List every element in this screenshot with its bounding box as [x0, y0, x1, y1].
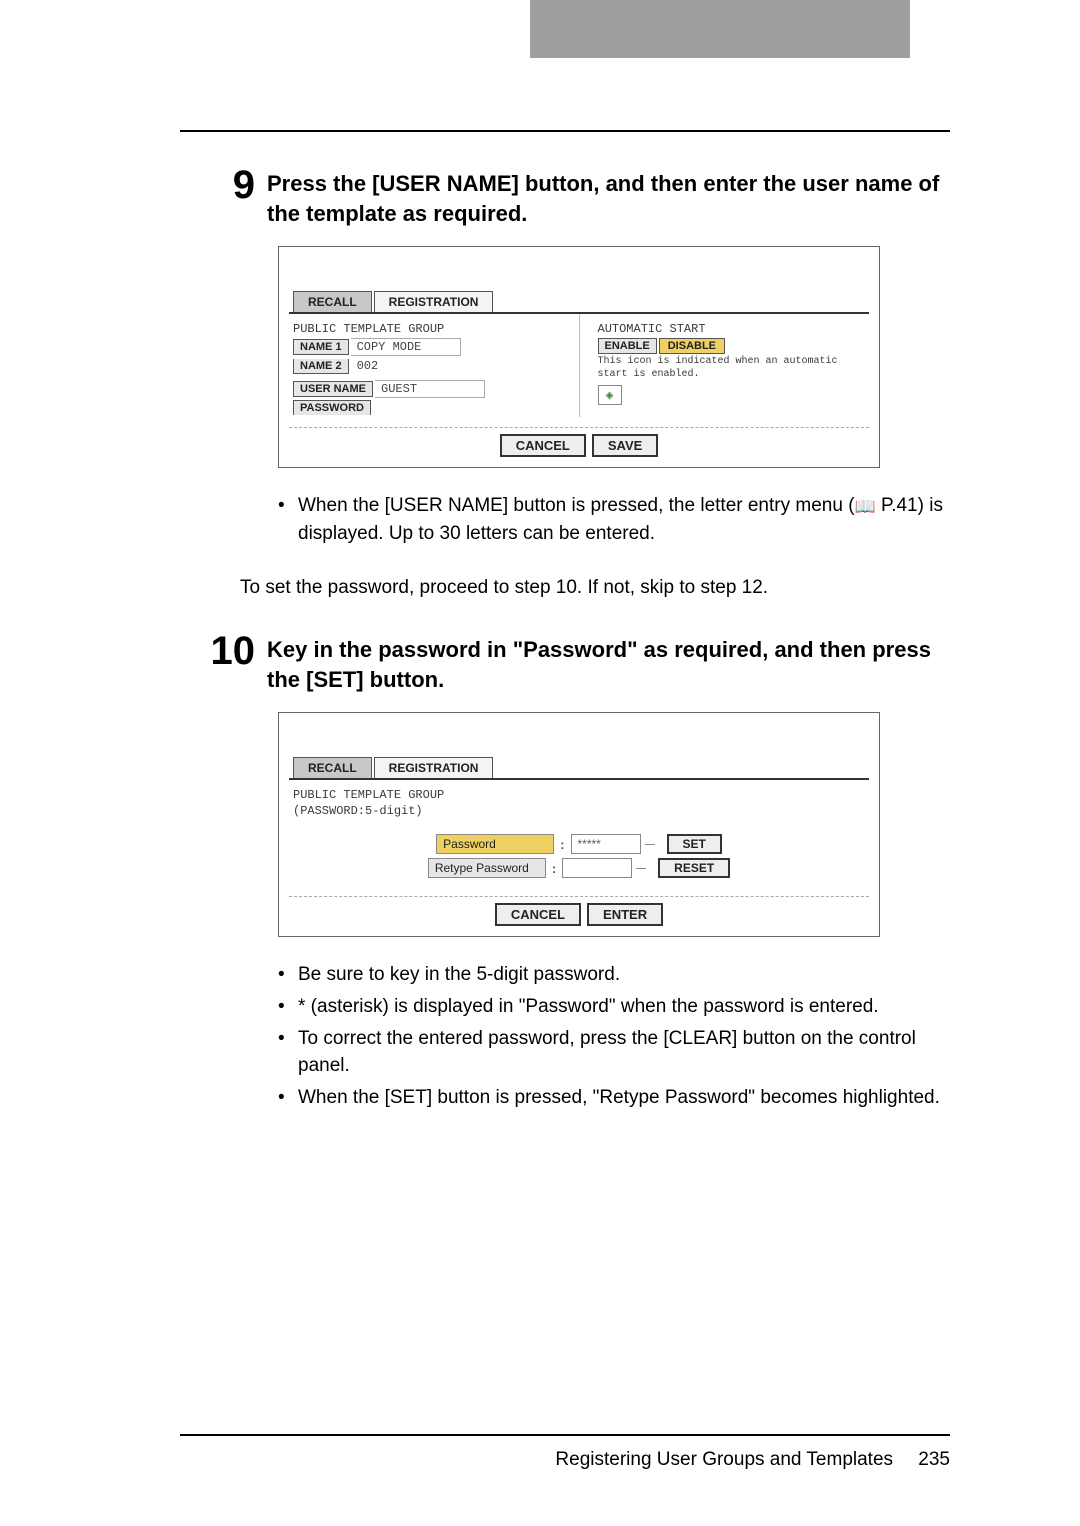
step-10-text: Key in the password in "Password" as req… — [267, 631, 950, 694]
auto-start-hint-2: start is enabled. — [598, 369, 866, 380]
note-clear: To correct the entered password, press t… — [298, 1025, 950, 1080]
name1-value: COPY MODE — [351, 338, 461, 356]
screenshot-registration-username: RECALL REGISTRATION PUBLIC TEMPLATE GROU… — [278, 246, 880, 468]
step-9-followup: To set the password, proceed to step 10.… — [240, 574, 950, 602]
cancel-button[interactable]: CANCEL — [500, 434, 586, 457]
enable-button[interactable]: ENABLE — [598, 338, 657, 354]
name2-value: 002 — [351, 358, 461, 374]
rule-bottom — [180, 1434, 950, 1436]
user-name-button[interactable]: USER NAME — [293, 381, 373, 397]
tab-registration-2[interactable]: REGISTRATION — [374, 757, 494, 778]
bullet-icon: • — [278, 492, 298, 547]
screenshot-registration-password: RECALL REGISTRATION PUBLIC TEMPLATE GROU… — [278, 712, 880, 937]
reset-button[interactable]: RESET — [658, 858, 730, 878]
rule-top — [180, 130, 950, 132]
group-label: PUBLIC TEMPLATE GROUP — [293, 322, 561, 336]
name2-button[interactable]: NAME 2 — [293, 359, 349, 374]
dialog-footer-2: CANCEL ENTER — [289, 896, 869, 936]
footer-title: Registering User Groups and Templates — [555, 1449, 893, 1470]
auto-start-hint-1: This icon is indicated when an automatic — [598, 356, 866, 367]
step-9: 9 Press the [USER NAME] button, and then… — [200, 165, 950, 228]
book-icon: 📖 — [855, 495, 876, 520]
bullet-icon: • — [278, 993, 298, 1021]
disable-button[interactable]: DISABLE — [659, 338, 725, 354]
dialog-footer: CANCEL SAVE — [289, 427, 869, 467]
tab-strip: RECALL REGISTRATION — [279, 291, 879, 312]
password-value[interactable]: ***** — [571, 834, 641, 854]
set-button[interactable]: SET — [667, 834, 722, 854]
step-10-notes: • Be sure to key in the 5-digit password… — [278, 961, 950, 1111]
note-retype-highlight: When the [SET] button is pressed, "Retyp… — [298, 1084, 950, 1112]
page-header-tab — [530, 0, 910, 58]
retype-password-value[interactable] — [562, 858, 632, 878]
tab-strip-2: RECALL REGISTRATION — [279, 757, 879, 778]
save-button[interactable]: SAVE — [592, 434, 658, 457]
note-user-name-part1: When the [USER NAME] button is pressed, … — [298, 495, 855, 516]
group-label-2b: (PASSWORD:5-digit) — [293, 804, 865, 818]
colon-icon: : — [558, 837, 566, 852]
retype-password-label: Retype Password — [428, 858, 546, 878]
tab-recall[interactable]: RECALL — [293, 291, 372, 312]
tab-recall-2[interactable]: RECALL — [293, 757, 372, 778]
password-button[interactable]: PASSWORD — [293, 400, 371, 415]
tab-registration[interactable]: REGISTRATION — [374, 291, 494, 312]
colon-icon-2: : — [550, 861, 558, 876]
enter-button[interactable]: ENTER — [587, 903, 663, 926]
step-9-text: Press the [USER NAME] button, and then e… — [267, 165, 950, 228]
automatic-start-label: AUTOMATIC START — [598, 322, 866, 336]
name1-button[interactable]: NAME 1 — [293, 339, 349, 355]
cancel-button-2[interactable]: CANCEL — [495, 903, 581, 926]
bullet-icon: • — [278, 961, 298, 989]
page-content: 9 Press the [USER NAME] button, and then… — [200, 165, 950, 1137]
note-5-digit: Be sure to key in the 5-digit password. — [298, 961, 950, 989]
step-10-number: 10 — [200, 631, 255, 671]
auto-start-icon: ◈ — [598, 385, 622, 405]
user-name-value: GUEST — [375, 380, 485, 398]
page-footer: Registering User Groups and Templates 23… — [555, 1449, 950, 1471]
note-user-name: When the [USER NAME] button is pressed, … — [298, 492, 950, 547]
bullet-icon: • — [278, 1084, 298, 1112]
step-9-number: 9 — [200, 165, 255, 205]
group-label-2: PUBLIC TEMPLATE GROUP — [293, 788, 865, 802]
bullet-icon: • — [278, 1025, 298, 1080]
footer-page-number: 235 — [918, 1449, 950, 1470]
step-10: 10 Key in the password in "Password" as … — [200, 631, 950, 694]
note-asterisk: * (asterisk) is displayed in "Password" … — [298, 993, 950, 1021]
password-label: Password — [436, 834, 554, 854]
step-9-notes: • When the [USER NAME] button is pressed… — [278, 492, 950, 547]
